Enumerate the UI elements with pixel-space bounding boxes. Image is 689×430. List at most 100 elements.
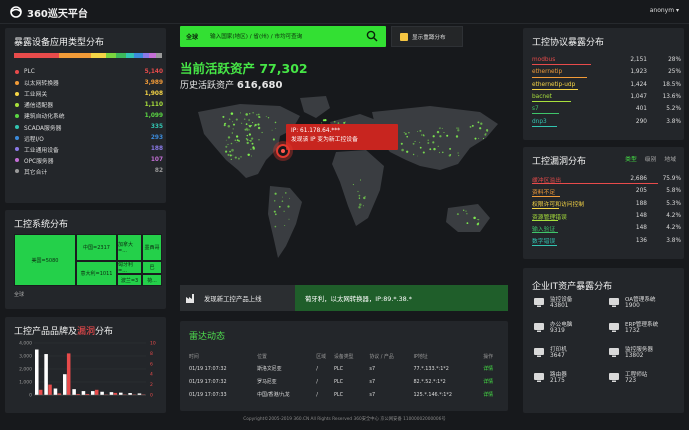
treemap-cell[interactable]: 加拿大=... — [117, 234, 142, 261]
activity-dot — [248, 125, 252, 128]
legend-row[interactable]: 远程I/O 293 — [15, 133, 163, 144]
activity-dot — [244, 128, 247, 131]
tab-region[interactable]: 地域 — [664, 154, 676, 163]
it-asset-item[interactable]: 监控设备 43801 — [533, 293, 608, 317]
activity-dot — [231, 132, 233, 134]
it-asset-item[interactable]: 办公电脑 9319 — [533, 318, 608, 342]
region-search: 全球 — [180, 26, 386, 47]
it-asset-item[interactable]: OA管理系统 1900 — [608, 293, 683, 317]
activity-dot — [429, 148, 432, 151]
activity-dot — [232, 123, 236, 126]
y2-tick-label: 10 — [150, 341, 156, 347]
radar-detail-link[interactable]: 详情 — [483, 388, 501, 401]
activity-dot — [265, 115, 267, 117]
activity-dot — [359, 203, 362, 206]
treemap-scope-note: 全球 — [14, 292, 25, 298]
world-map[interactable] — [180, 90, 508, 280]
legend-value: 335 — [150, 124, 163, 131]
legend-row[interactable]: OPC服务器 107 — [15, 155, 163, 166]
activity-dot — [274, 192, 277, 195]
legend-name: PLC — [24, 68, 35, 75]
activity-dot — [458, 127, 460, 129]
new-product-text: 葡牙利，以太网转换器，IP:89.*.38.* — [305, 295, 412, 303]
legend-name: 通信适配器 — [24, 103, 53, 110]
search-input[interactable] — [210, 30, 358, 43]
tab-type[interactable]: 类型 — [625, 154, 637, 163]
activity-dot — [476, 219, 478, 221]
ip-popup[interactable]: IP: 61.178.64.*** 发现该 IP 变为新工控设备 — [286, 124, 398, 150]
legend-row[interactable]: 其它合计 82 — [15, 166, 163, 177]
it-asset-item[interactable]: ERP管理系统 1732 — [608, 318, 683, 342]
logo[interactable]: 360巡天平台 — [8, 5, 88, 20]
table-row[interactable]: modbus 2,151 28% — [532, 54, 681, 66]
search-icon[interactable] — [366, 30, 378, 42]
itassets-panel: 企业IT资产暴露分布 监控设备 43801 OA管理系统 1900 办公电脑 9319 ER… — [523, 268, 684, 413]
activity-dot — [252, 122, 254, 124]
activity-dot — [417, 155, 419, 157]
activity-dot — [427, 139, 429, 142]
it-asset-item[interactable]: 监控服务器 13802 — [608, 343, 683, 367]
table-row[interactable]: 资料不足 205 5.8% — [532, 185, 681, 197]
treemap-cell[interactable]: 荷... — [142, 274, 162, 286]
treemap-cell[interactable]: 匈牙利=... — [117, 261, 142, 274]
activity-dot — [274, 213, 277, 216]
table-row[interactable]: ethernetip 1,923 25% — [532, 66, 681, 78]
legend-row[interactable]: 工业网关 1,908 — [15, 88, 163, 99]
activity-dot — [333, 120, 336, 123]
legend-row[interactable]: 工业通用设备 188 — [15, 144, 163, 155]
activity-dot — [252, 112, 254, 114]
table-row[interactable]: dnp3 290 3.8% — [532, 115, 681, 127]
show-threat-button[interactable]: 显示重蹲分布 — [391, 26, 463, 47]
activity-dot — [443, 131, 445, 134]
activity-dot — [288, 197, 291, 199]
table-row[interactable]: 权限许可和访问控制 188 5.3% — [532, 198, 681, 210]
row-name: ethernetip — [532, 69, 563, 76]
treemap-cell[interactable]: 巴 — [142, 261, 162, 274]
legend-dot-icon — [15, 147, 19, 152]
legend-row[interactable]: 通信适配器 1,110 — [15, 99, 163, 110]
bar-count — [81, 391, 86, 395]
it-asset-item[interactable]: 工程师站 723 — [608, 368, 683, 392]
legend-row[interactable]: SCADA服务器 335 — [15, 121, 163, 132]
activity-dot — [473, 216, 476, 220]
table-row[interactable]: 缓冲区溢出 2,686 75.9% — [532, 173, 681, 185]
treemap-cell[interactable]: 墨西哥 — [142, 234, 162, 261]
location-marker[interactable] — [276, 144, 290, 158]
it-asset-item[interactable]: 打印机 3647 — [533, 343, 608, 367]
row-percent: 13.6% — [662, 94, 681, 101]
table-row[interactable]: 资源管理错误 148 4.2% — [532, 210, 681, 222]
table-row[interactable]: ethernetip-udp 1,424 18.5% — [532, 79, 681, 91]
it-asset-name: ERP管理系统 — [625, 322, 659, 328]
table-row[interactable]: s7 401 5.2% — [532, 103, 681, 115]
legend-row[interactable]: 建筑自动化系统 1,099 — [15, 110, 163, 121]
legend-row[interactable]: PLC 5,140 — [15, 66, 163, 77]
activity-dot — [249, 113, 251, 115]
legend-name: OPC服务器 — [24, 158, 54, 165]
radar-time: 01/19 17:07:32 — [189, 365, 227, 372]
row-underline — [532, 207, 560, 209]
new-product-detail[interactable]: 葡牙利，以太网转换器，IP:89.*.38.* — [295, 285, 508, 311]
search-scope[interactable]: 全球 — [186, 32, 198, 41]
table-row[interactable]: bacnet 1,047 13.6% — [532, 91, 681, 103]
treemap-cell[interactable]: 意大利=1011 — [76, 261, 117, 286]
it-asset-item[interactable]: 路由器 2175 — [533, 368, 608, 392]
table-row[interactable]: 数字错误 136 3.8% — [532, 234, 681, 246]
row-underline — [532, 88, 578, 90]
activity-dot — [281, 196, 283, 198]
row-underline — [532, 244, 558, 246]
radar-detail-link[interactable]: 详情 — [483, 362, 501, 375]
radar-detail-link[interactable]: 详情 — [483, 375, 501, 388]
treemap-cell[interactable]: 美国=5080 — [14, 234, 76, 286]
row-name: 缓冲区溢出 — [532, 177, 561, 184]
activity-dot — [225, 139, 227, 141]
treemap-cell[interactable]: 波兰=3 — [117, 274, 142, 286]
tab-level[interactable]: 级别 — [645, 154, 657, 163]
continent-south-america — [268, 186, 302, 258]
table-row[interactable]: 输入验证 148 4.2% — [532, 222, 681, 234]
legend-row[interactable]: 以太网转换器 3,989 — [15, 77, 163, 88]
activity-dot — [243, 118, 246, 120]
treemap-cell[interactable]: 中国=2317 — [76, 234, 117, 261]
activity-dot — [417, 130, 419, 133]
activity-dot — [420, 134, 423, 136]
user-menu[interactable]: anonym ▾ — [650, 7, 679, 14]
